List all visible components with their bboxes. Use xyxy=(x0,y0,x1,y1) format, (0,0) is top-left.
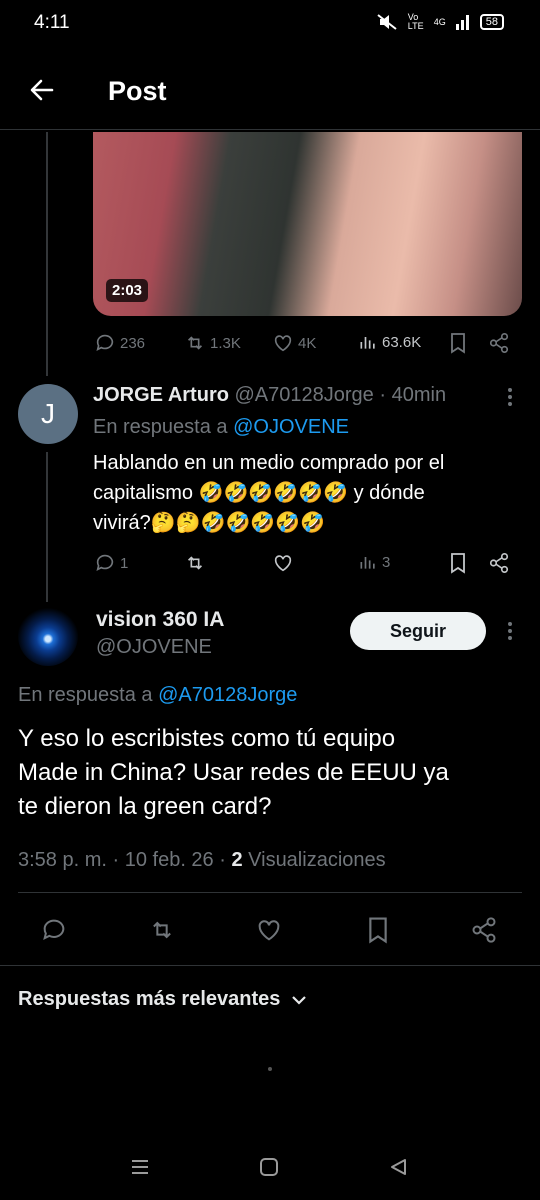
sort-replies-selector[interactable]: Respuestas más relevantes xyxy=(18,988,308,1011)
post-text-line: Made in China? Usar redes de EEUU ya xyxy=(18,759,449,786)
like-count: 4K xyxy=(298,334,317,352)
views-label[interactable]: Visualizaciones xyxy=(248,849,386,871)
status-icons: Vo LTE 4G 58 xyxy=(376,13,504,31)
home-icon[interactable] xyxy=(259,1158,279,1176)
avatar[interactable] xyxy=(18,606,78,666)
like-button[interactable]: 4K xyxy=(272,332,316,354)
repost-icon xyxy=(187,336,203,350)
share-icon xyxy=(489,333,509,353)
parent-post-actions: 236 1.3K 4K 63.6K xyxy=(0,330,540,358)
reply-text-line: vivirá?🤔🤔🤣🤣🤣🤣🤣 xyxy=(93,512,326,534)
replying-to: En respuesta a @A70128Jorge xyxy=(18,680,297,710)
views-button[interactable]: 3 xyxy=(358,552,390,572)
avatar[interactable]: J xyxy=(18,384,78,444)
reply-button[interactable]: 1 xyxy=(94,552,128,574)
author-handle[interactable]: @A70128Jorge xyxy=(235,384,374,406)
repost-icon xyxy=(187,556,203,570)
reply-count: 1 xyxy=(120,554,129,572)
repost-button[interactable] xyxy=(184,552,206,574)
main-post-text: Y eso lo escribistes como tú equipo Made… xyxy=(18,722,528,824)
back-arrow-icon[interactable] xyxy=(28,76,56,104)
status-bar: 4:11 Vo LTE 4G 58 xyxy=(0,0,540,48)
views-count: 3 xyxy=(382,553,391,571)
heart-icon xyxy=(274,555,292,572)
volte-icon: Vo LTE xyxy=(407,12,424,31)
repost-count: 1.3K xyxy=(210,334,241,352)
bookmark-button[interactable] xyxy=(448,332,468,354)
thread-line xyxy=(46,452,48,602)
views-button[interactable]: 63.6K xyxy=(358,332,421,352)
post-text-line: Y eso lo escribistes como tú equipo xyxy=(18,725,396,752)
status-time: 4:11 xyxy=(34,12,70,33)
sort-label: Respuestas más relevantes xyxy=(18,988,281,1010)
divider xyxy=(0,965,540,966)
reply-button[interactable]: 236 xyxy=(94,332,145,354)
post-text-line: te dieron la green card? xyxy=(18,793,272,820)
bookmark-button[interactable] xyxy=(365,916,391,944)
post-meta: 3:58 p. m. · 10 feb. 26 · 2 Visualizacio… xyxy=(18,845,386,875)
main-action-bar xyxy=(0,912,540,948)
reply-text-line: capitalismo 🤣🤣🤣🤣🤣🤣 y dónde xyxy=(93,482,425,504)
mention-link[interactable]: @A70128Jorge xyxy=(158,684,297,706)
recent-apps-icon[interactable] xyxy=(130,1158,150,1176)
battery-icon: 58 xyxy=(479,14,504,30)
video-duration: 2:03 xyxy=(106,279,149,302)
replying-prefix: En respuesta a xyxy=(93,416,228,438)
bookmark-icon xyxy=(451,333,465,354)
views-icon xyxy=(360,337,375,349)
more-options-icon[interactable] xyxy=(500,386,520,408)
top-bar: Post xyxy=(0,60,540,130)
bookmark-icon xyxy=(451,553,465,574)
repost-button[interactable] xyxy=(147,916,177,944)
views-count: 2 xyxy=(231,849,243,871)
bookmark-button[interactable] xyxy=(448,552,468,574)
more-options-icon[interactable] xyxy=(500,620,520,642)
reply-icon xyxy=(96,334,114,351)
share-button[interactable] xyxy=(470,916,498,944)
video-thumbnail[interactable]: 2:03 xyxy=(93,132,522,316)
reply-count: 236 xyxy=(120,334,146,352)
dot-separator: · xyxy=(379,384,387,406)
share-icon xyxy=(472,917,496,943)
author-name[interactable]: JORGE Arturo xyxy=(93,384,229,406)
back-nav-icon[interactable] xyxy=(388,1158,408,1176)
heart-icon xyxy=(274,335,292,352)
network-icon: 4G xyxy=(433,17,446,27)
like-button[interactable] xyxy=(272,552,294,574)
mention-link[interactable]: @OJOVENE xyxy=(233,416,349,438)
main-author-name[interactable]: vision 360 IA xyxy=(96,608,224,632)
divider xyxy=(18,892,522,893)
mute-icon xyxy=(377,14,397,30)
views-count: 63.6K xyxy=(382,333,422,351)
main-author-handle[interactable]: @OJOVENE xyxy=(96,636,212,659)
chevron-down-icon xyxy=(292,995,307,1005)
replying-prefix: En respuesta a xyxy=(18,684,153,706)
like-button[interactable] xyxy=(255,916,283,944)
reply-text: Hablando en un medio comprado por el cap… xyxy=(93,448,523,538)
reply-actions: 1 3 xyxy=(0,550,540,578)
follow-button[interactable]: Seguir xyxy=(350,612,486,650)
post-time: 40min xyxy=(391,384,447,406)
reply-icon xyxy=(43,919,65,941)
reply-icon xyxy=(96,554,114,571)
share-icon xyxy=(489,553,509,573)
replying-to: En respuesta a @OJOVENE xyxy=(93,412,349,442)
system-nav-bar xyxy=(0,1140,540,1200)
reply-text-line: Hablando en un medio comprado por el xyxy=(93,452,445,474)
reply-button[interactable] xyxy=(40,916,68,944)
reply-header: JORGE Arturo @A70128Jorge · 40min xyxy=(93,380,513,410)
loading-indicator xyxy=(268,1067,272,1071)
signal-icon xyxy=(455,15,469,30)
post-timestamp: 3:58 p. m. · 10 feb. 26 · xyxy=(18,849,226,871)
page-title: Post xyxy=(108,76,167,106)
share-button[interactable] xyxy=(488,332,510,354)
repost-icon xyxy=(153,921,171,939)
share-button[interactable] xyxy=(488,552,510,574)
bookmark-icon xyxy=(369,917,387,944)
repost-button[interactable]: 1.3K xyxy=(184,332,241,354)
heart-icon xyxy=(258,920,280,941)
views-icon xyxy=(360,557,375,569)
